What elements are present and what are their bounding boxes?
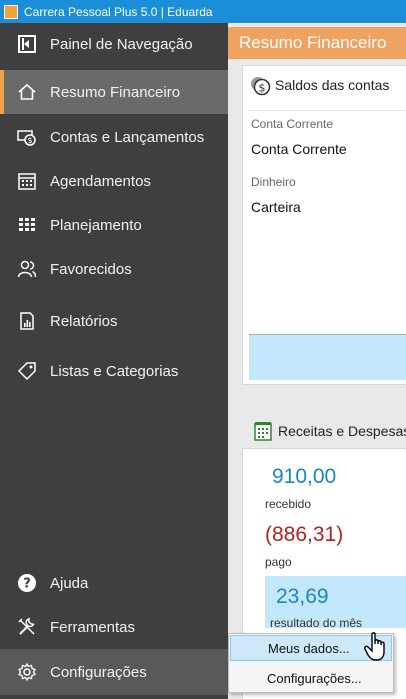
sidebar: Painel de Navegação Resumo Financeiro $ … xyxy=(0,23,228,699)
sidebar-item-agendamentos[interactable]: Agendamentos xyxy=(0,159,228,203)
sidebar-header-label: Painel de Navegação xyxy=(50,35,193,53)
sidebar-item-label: Relatórios xyxy=(50,312,118,330)
sidebar-item-resumo-financeiro[interactable]: Resumo Financeiro xyxy=(0,70,228,114)
paid-value: (886,31) xyxy=(265,523,344,546)
svg-text:$: $ xyxy=(259,82,266,95)
income-expense-title: Receitas e Despesas xyxy=(278,423,406,439)
balances-card-header: $ Saldos das contas xyxy=(249,74,389,96)
sidebar-item-label: Listas e Categorias xyxy=(50,362,179,380)
account-name[interactable]: Carteira xyxy=(251,199,301,215)
divider xyxy=(249,110,406,111)
received-value: 910,00 xyxy=(272,465,337,488)
spreadsheet-icon xyxy=(254,421,272,441)
app-logo-icon xyxy=(4,4,18,19)
sidebar-item-planejamento[interactable]: Planejamento xyxy=(0,203,228,247)
sidebar-item-label: Ajuda xyxy=(50,574,89,592)
home-icon xyxy=(16,81,38,103)
tools-icon xyxy=(16,616,38,638)
sidebar-item-favorecidos[interactable]: Favorecidos xyxy=(0,247,228,291)
svg-text:?: ? xyxy=(23,577,31,592)
sidebar-item-configuracoes[interactable]: Configurações xyxy=(0,649,228,695)
grid-icon xyxy=(16,214,38,236)
main-content: Resumo Financeiro $ Saldos das contas Co… xyxy=(228,23,406,699)
report-icon xyxy=(16,310,38,332)
money-icon: $ xyxy=(16,126,38,148)
calendar-icon xyxy=(16,170,38,192)
sidebar-item-contas-lancamentos[interactable]: $ Contas e Lançamentos xyxy=(0,115,228,159)
result-value: 23,69 xyxy=(276,585,329,608)
collapse-panel-icon xyxy=(16,33,38,55)
money-bag-icon: $ xyxy=(249,74,271,96)
paid-label: pago xyxy=(265,555,292,569)
menu-item-configuracoes[interactable]: Configurações... xyxy=(230,665,392,691)
svg-text:$: $ xyxy=(27,136,32,145)
result-label: resultado do mês xyxy=(270,616,363,630)
sidebar-item-label: Contas e Lançamentos xyxy=(50,128,205,146)
sidebar-item-label: Configurações xyxy=(50,663,147,681)
tag-icon xyxy=(16,360,38,382)
sidebar-item-label: Agendamentos xyxy=(50,172,151,190)
sidebar-item-label: Resumo Financeiro xyxy=(50,83,181,101)
sidebar-item-listas-categorias[interactable]: Listas e Categorias xyxy=(0,349,228,393)
window-title: Carrera Pessoal Plus 5.0 | Eduarda xyxy=(24,4,213,19)
sidebar-header[interactable]: Painel de Navegação xyxy=(0,29,228,59)
page-title: Resumo Financeiro xyxy=(228,27,406,59)
balances-card-title: Saldos das contas xyxy=(275,77,390,93)
people-icon xyxy=(16,258,38,280)
sidebar-item-ajuda[interactable]: ? Ajuda xyxy=(0,561,228,605)
income-expense-header: Receitas e Despesas xyxy=(254,421,406,441)
account-group-label: Dinheiro xyxy=(251,175,296,189)
received-label: recebido xyxy=(265,497,312,511)
balances-total-bar xyxy=(249,334,406,380)
balances-card: $ Saldos das contas Conta Corrente Conta… xyxy=(242,65,406,385)
hand-cursor-icon xyxy=(364,632,390,667)
account-name[interactable]: Conta Corrente xyxy=(251,141,347,157)
sidebar-item-label: Planejamento xyxy=(50,216,142,234)
sidebar-item-label: Ferramentas xyxy=(50,618,136,636)
menu-item-label: Configurações... xyxy=(267,670,362,686)
sidebar-item-relatorios[interactable]: Relatórios xyxy=(0,299,228,343)
menu-item-label: Meus dados... xyxy=(268,640,350,656)
account-group-label: Conta Corrente xyxy=(251,117,334,131)
help-icon: ? xyxy=(16,572,38,594)
sidebar-item-label: Favorecidos xyxy=(50,260,132,278)
sidebar-item-ferramentas[interactable]: Ferramentas xyxy=(0,605,228,649)
window-titlebar: Carrera Pessoal Plus 5.0 | Eduarda xyxy=(0,0,406,23)
gear-icon xyxy=(16,661,38,683)
